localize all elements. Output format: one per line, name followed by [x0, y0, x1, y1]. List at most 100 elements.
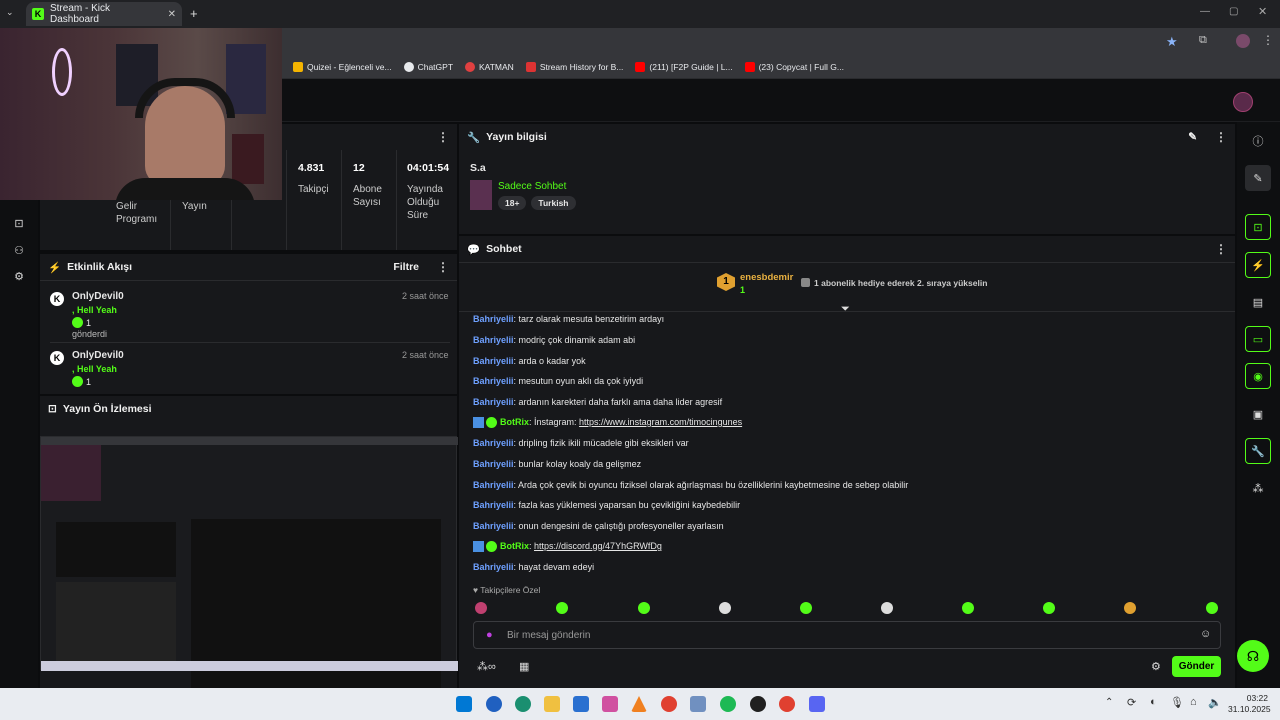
emote-icon[interactable]	[475, 602, 487, 614]
maximize-button[interactable]: ▢	[1229, 6, 1238, 17]
settings-icon[interactable]: ⚙	[6, 263, 32, 289]
chrome-icon[interactable]	[779, 696, 795, 712]
stream-title: S.a	[470, 162, 486, 174]
preview-icon: ⊡	[48, 403, 57, 415]
microphone-icon[interactable]: ●	[486, 629, 493, 641]
notes-icon[interactable]: ▤	[1245, 289, 1271, 315]
bookmark-star-icon[interactable]: ★	[1166, 34, 1178, 50]
bookmark-item[interactable]: (211) [F2P Guide | L...	[635, 61, 733, 72]
app-icon[interactable]	[486, 696, 502, 712]
chat-link[interactable]: https://www.instagram.com/timocingunes	[579, 417, 742, 427]
activity-user[interactable]: OnlyDevil0	[72, 350, 124, 361]
emote-icon[interactable]	[1124, 602, 1136, 614]
emote-icon[interactable]	[881, 602, 893, 614]
spotify-icon[interactable]	[720, 696, 736, 712]
discord-icon[interactable]	[809, 696, 825, 712]
activity-user[interactable]: OnlyDevil0	[72, 291, 124, 302]
kick-badge-icon: K	[50, 292, 64, 306]
emote-icon[interactable]	[638, 602, 650, 614]
activity-toggle-icon[interactable]: ⚡	[1245, 252, 1271, 278]
emote-icon[interactable]	[1043, 602, 1055, 614]
app-icon[interactable]	[690, 696, 706, 712]
preview-video[interactable]	[40, 436, 458, 689]
chat-link[interactable]: https://discord.gg/47YhGRWfDg	[534, 541, 662, 551]
emoji-icon[interactable]: ☺	[1200, 628, 1211, 640]
browser-menu-icon[interactable]: ⋮	[1262, 33, 1274, 47]
emote-icon[interactable]	[800, 602, 812, 614]
emote-icon[interactable]	[962, 602, 974, 614]
chat-toggle-icon[interactable]: ▭	[1245, 326, 1271, 352]
category-name[interactable]: Sadece Sohbet	[498, 181, 566, 192]
tab-kick-dashboard[interactable]: K Stream - Kick Dashboard ✕	[26, 2, 182, 26]
channel-points-icon[interactable]: ⁂∞	[477, 660, 496, 673]
app-icon[interactable]	[573, 696, 589, 712]
app-icon[interactable]	[602, 696, 618, 712]
edit-stream-icon[interactable]: ✎	[1245, 165, 1271, 191]
bookmark-item[interactable]: KATMAN	[465, 61, 514, 72]
stream-info-menu-icon[interactable]: ⋮	[1215, 130, 1227, 144]
tray-chevron-icon[interactable]: ⌃	[1105, 697, 1113, 708]
file-explorer-icon[interactable]	[544, 696, 560, 712]
collapse-icon[interactable]: ⏷	[841, 303, 850, 316]
emote-icon[interactable]	[556, 602, 568, 614]
minimize-button[interactable]: —	[1200, 6, 1210, 17]
clock[interactable]: 03:22 31.10.2025	[1228, 693, 1271, 715]
start-icon[interactable]	[456, 696, 472, 712]
new-tab-button[interactable]: +	[190, 6, 198, 21]
stats-menu-icon[interactable]: ⋮	[437, 130, 449, 144]
preview-toggle-icon[interactable]: ⊡	[1245, 214, 1271, 240]
chat-input[interactable]: ● Bir mesaj gönderin ☺	[473, 621, 1221, 649]
leaderboard-hint: 1 abonelik hediye ederek 2. sıraya yükse…	[814, 278, 988, 288]
support-button[interactable]: ☊	[1237, 640, 1269, 672]
volume-icon[interactable]: 🔈	[1208, 696, 1222, 709]
chat-settings-icon[interactable]: ⚙	[1151, 660, 1161, 673]
chat-input-placeholder: Bir mesaj gönderin	[507, 630, 591, 641]
bot-badge-icon	[473, 541, 484, 553]
tray-icon[interactable]: ⟳	[1127, 696, 1136, 709]
edit-icon[interactable]: ✎	[1188, 131, 1197, 143]
user-avatar[interactable]	[1233, 92, 1253, 112]
filter-button[interactable]: Filtre	[393, 261, 419, 273]
followers-stat: 4.831 Takipçi	[298, 162, 329, 195]
apps-icon[interactable]: ⁂	[1245, 475, 1271, 501]
activity-menu-icon[interactable]: ⋮	[437, 260, 449, 274]
emote-icon[interactable]	[1206, 602, 1218, 614]
tab-search-icon[interactable]: ⌄	[6, 7, 20, 21]
store-icon[interactable]: ▦	[519, 660, 529, 673]
kick-logo-icon: K	[32, 8, 44, 20]
users-icon[interactable]: ⚇	[6, 237, 32, 263]
chat-icon: 💬	[467, 243, 481, 256]
chat-menu-icon[interactable]: ⋮	[1215, 242, 1227, 256]
broadcast-icon[interactable]: ◉	[1245, 363, 1271, 389]
neon-sign	[52, 48, 72, 96]
close-tab-icon[interactable]: ✕	[168, 9, 176, 20]
profile-avatar[interactable]	[1236, 34, 1250, 48]
chat-message: Bahriyelii: modriç çok dinamik adam abi	[473, 335, 636, 345]
send-button[interactable]: Gönder	[1172, 656, 1221, 677]
close-window-button[interactable]: ✕	[1258, 5, 1267, 18]
info-icon[interactable]: ⓘ	[1245, 128, 1271, 154]
bookmark-item[interactable]: Quizei - Eğlenceli ve...	[293, 61, 392, 72]
preview-icon[interactable]: ⊡	[6, 210, 32, 236]
network-icon[interactable]: ⌂	[1190, 696, 1197, 708]
top-gifter-name[interactable]: enesbdemir	[740, 272, 793, 283]
bookmark-item[interactable]: ChatGPT	[403, 61, 453, 72]
bookmark-icon	[293, 61, 303, 72]
income-stat: Gelir Programı	[116, 201, 158, 225]
edge-icon[interactable]	[515, 696, 531, 712]
activity-header: ⚡ Etkinlik Akışı Filtre ⋮	[40, 254, 457, 280]
chrome-icon[interactable]	[661, 696, 677, 712]
activity-feed-panel: ⚡ Etkinlik Akışı Filtre ⋮ K OnlyDevil0 ,…	[40, 254, 457, 394]
youtube-icon	[635, 61, 646, 72]
emote-icon[interactable]	[719, 602, 731, 614]
microphone-tray-icon[interactable]: 🎙	[1170, 696, 1184, 709]
vlc-icon[interactable]	[631, 696, 647, 712]
extensions-icon[interactable]: ⧉	[1199, 34, 1207, 47]
subs-stat: 12 Abone Sayısı	[353, 162, 382, 208]
tools-icon[interactable]: 🔧	[1245, 438, 1271, 464]
bookmark-item[interactable]: (23) Copycat | Full G...	[744, 61, 844, 72]
tray-icon[interactable]: ◐	[1150, 696, 1157, 708]
obs-icon[interactable]	[750, 696, 766, 712]
layout-icon[interactable]: ▣	[1245, 401, 1271, 427]
bookmark-item[interactable]: Stream History for B...	[525, 61, 623, 72]
